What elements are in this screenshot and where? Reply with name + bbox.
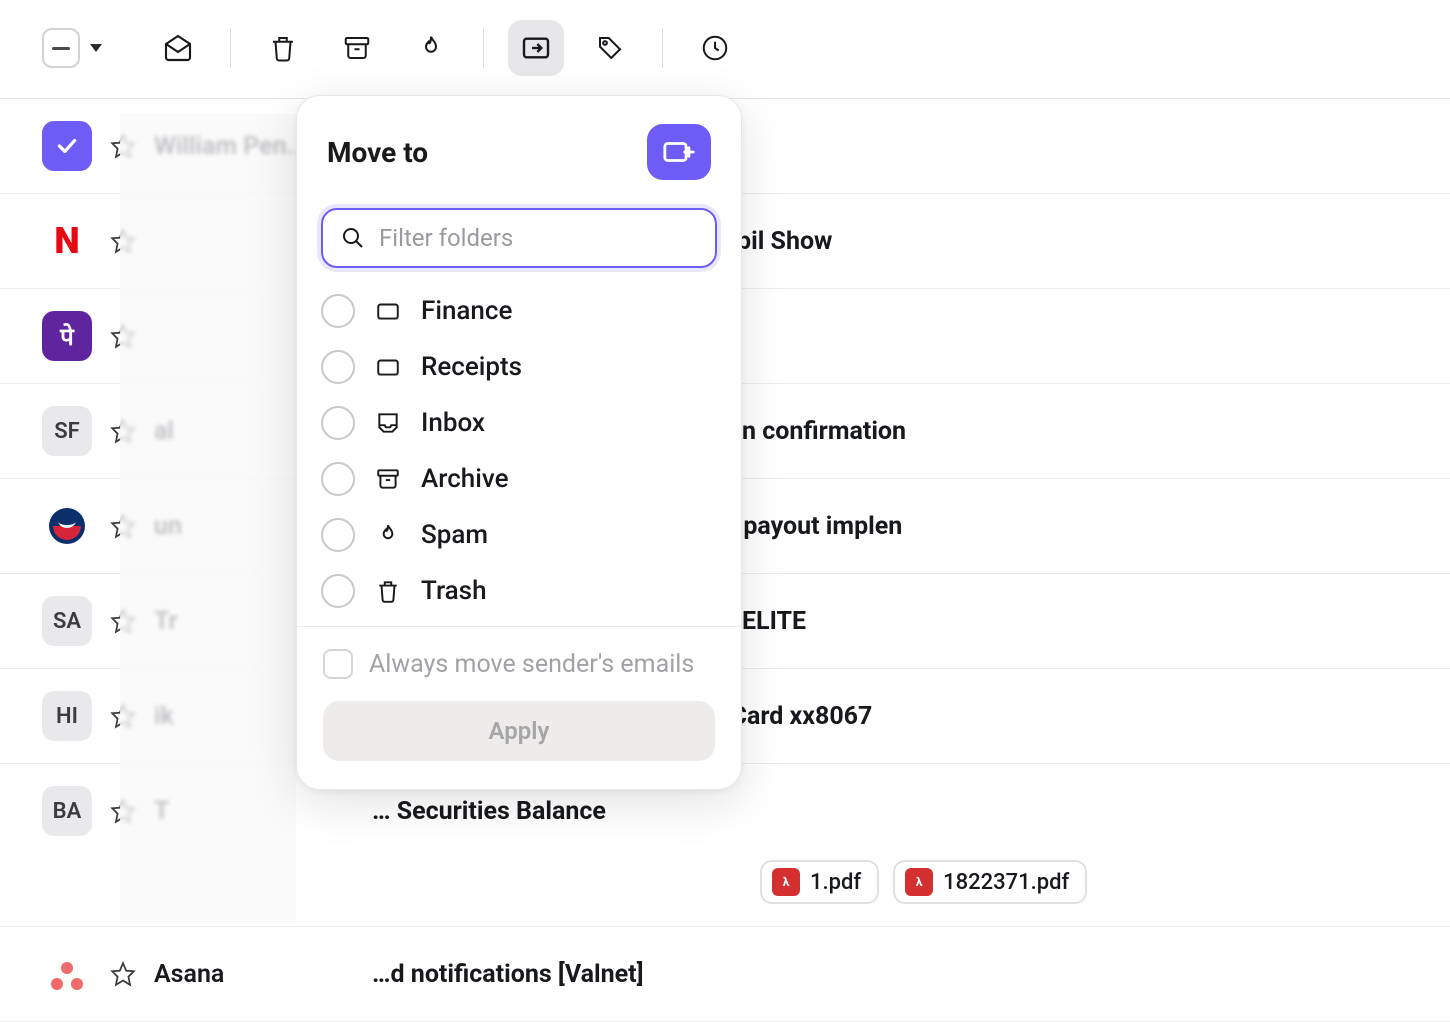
fire-icon	[416, 33, 446, 63]
new-folder-button[interactable]	[647, 124, 711, 180]
avatar-initials: SA	[53, 609, 81, 634]
fire-icon	[375, 522, 401, 548]
star-button[interactable]	[110, 961, 136, 987]
envelope-open-icon	[162, 32, 194, 64]
folder-label: Receipts	[421, 352, 522, 382]
popover-footer: Always move sender's emails Apply	[297, 626, 741, 789]
archive-icon	[375, 466, 401, 492]
avatar[interactable]	[42, 949, 92, 999]
folder-option-inbox[interactable]: Inbox	[321, 406, 717, 440]
folder-option-spam[interactable]: Spam	[321, 518, 717, 552]
check-icon	[54, 133, 80, 159]
attachment-list: λ 1.pdf λ 1822371.pdf	[760, 860, 1087, 904]
tag-icon	[595, 33, 625, 63]
folder-list: Finance Receipts Inbox Archive Spam Tras…	[297, 280, 741, 626]
sender-name: Asana	[154, 960, 354, 989]
always-move-row[interactable]: Always move sender's emails	[323, 649, 715, 679]
search-icon	[341, 226, 365, 250]
avatar[interactable]: SA	[42, 596, 92, 646]
folder-icon	[375, 298, 401, 324]
always-move-checkbox[interactable]	[323, 649, 353, 679]
folder-label: Archive	[421, 464, 509, 494]
kotak-icon	[47, 506, 87, 546]
pdf-icon: λ	[772, 868, 800, 896]
separator	[662, 28, 663, 68]
radio[interactable]	[321, 518, 355, 552]
clock-icon	[700, 33, 730, 63]
avatar[interactable]	[42, 501, 92, 551]
minus-icon	[52, 47, 70, 50]
apply-button[interactable]: Apply	[323, 701, 715, 761]
popover-title: Move to	[327, 136, 428, 169]
radio[interactable]	[321, 462, 355, 496]
delete-button[interactable]	[255, 20, 311, 76]
folder-label: Inbox	[421, 408, 485, 438]
toolbar	[0, 0, 1450, 99]
phonepe-icon: पे	[60, 320, 74, 353]
separator	[483, 28, 484, 68]
avatar[interactable]: BA	[42, 786, 92, 836]
archive-icon	[342, 33, 372, 63]
label-button[interactable]	[582, 20, 638, 76]
move-to-button[interactable]	[508, 20, 564, 76]
filter-input-wrap[interactable]	[321, 208, 717, 268]
obscured-region	[120, 114, 296, 924]
radio[interactable]	[321, 294, 355, 328]
separator	[230, 28, 231, 68]
archive-button[interactable]	[329, 20, 385, 76]
mail-subject: …d notifications [Valnet]	[372, 960, 644, 989]
folder-icon	[375, 354, 401, 380]
pdf-icon: λ	[905, 868, 933, 896]
filter-input[interactable]	[379, 224, 697, 252]
trash-icon	[375, 578, 401, 604]
folder-option-receipts[interactable]: Receipts	[321, 350, 717, 384]
apply-label: Apply	[489, 717, 550, 745]
select-all-dropdown[interactable]	[42, 28, 80, 68]
avatar[interactable]: SF	[42, 406, 92, 456]
radio[interactable]	[321, 406, 355, 440]
attachment-name: 1822371.pdf	[943, 870, 1069, 895]
folder-label: Spam	[421, 520, 488, 550]
mark-read-button[interactable]	[150, 20, 206, 76]
avatar[interactable]: HI	[42, 691, 92, 741]
spam-button[interactable]	[403, 20, 459, 76]
popover-header: Move to	[297, 96, 741, 188]
avatar[interactable]: N	[42, 216, 92, 266]
inbox-icon	[375, 410, 401, 436]
attachment-chip[interactable]: λ 1822371.pdf	[893, 860, 1087, 904]
radio[interactable]	[321, 350, 355, 384]
snooze-button[interactable]	[687, 20, 743, 76]
folder-label: Finance	[421, 296, 512, 326]
avatar[interactable]	[42, 121, 92, 171]
folder-option-trash[interactable]: Trash	[321, 574, 717, 608]
avatar-initials: BA	[53, 799, 82, 824]
folder-plus-icon	[662, 137, 696, 167]
avatar[interactable]: पे	[42, 311, 92, 361]
folder-option-archive[interactable]: Archive	[321, 462, 717, 496]
attachment-chip[interactable]: λ 1.pdf	[760, 860, 879, 904]
move-to-icon	[520, 32, 552, 64]
folder-option-finance[interactable]: Finance	[321, 294, 717, 328]
netflix-icon: N	[54, 220, 79, 262]
folder-label: Trash	[421, 576, 487, 606]
avatar-initials: SF	[54, 419, 80, 444]
move-to-popover: Move to Finance Receipts Inbox Archive	[296, 95, 742, 790]
chevron-down-icon[interactable]	[90, 44, 102, 52]
attachment-name: 1.pdf	[810, 870, 861, 895]
mail-row[interactable]: Asana …d notifications [Valnet]	[0, 927, 1450, 1022]
trash-icon	[268, 33, 298, 63]
always-move-label: Always move sender's emails	[369, 650, 694, 679]
mail-subject: … Securities Balance	[372, 797, 606, 826]
radio[interactable]	[321, 574, 355, 608]
avatar-initials: HI	[56, 704, 78, 729]
star-icon	[110, 961, 136, 987]
